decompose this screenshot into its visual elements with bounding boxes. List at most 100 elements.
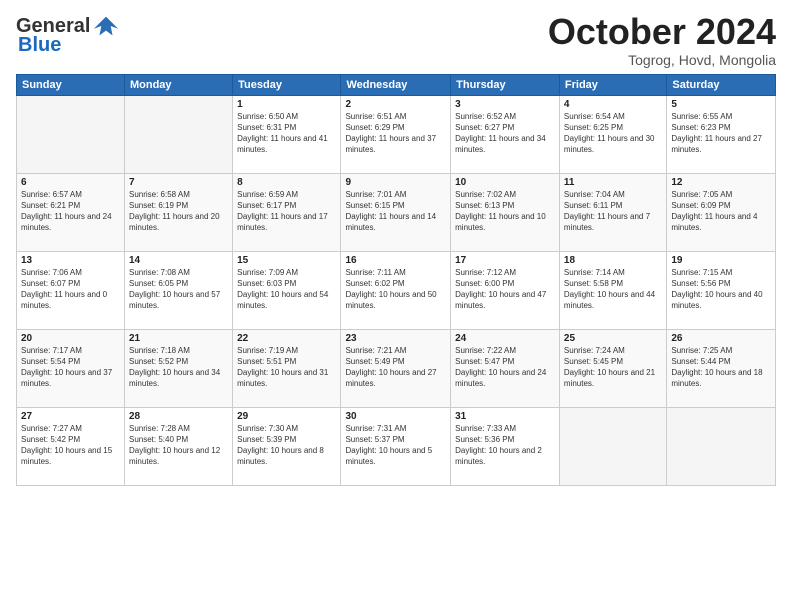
day-number: 1 (237, 99, 336, 110)
calendar-day-cell: 21Sunrise: 7:18 AMSunset: 5:52 PMDayligh… (124, 329, 232, 407)
calendar-day-cell: 14Sunrise: 7:08 AMSunset: 6:05 PMDayligh… (124, 251, 232, 329)
calendar-week-3: 13Sunrise: 7:06 AMSunset: 6:07 PMDayligh… (17, 251, 776, 329)
day-info: Sunrise: 6:51 AMSunset: 6:29 PMDaylight:… (345, 111, 446, 156)
calendar-day-cell: 28Sunrise: 7:28 AMSunset: 5:40 PMDayligh… (124, 407, 232, 485)
day-info: Sunrise: 7:14 AMSunset: 5:58 PMDaylight:… (564, 267, 662, 312)
day-number: 30 (345, 411, 446, 422)
day-info: Sunrise: 7:30 AMSunset: 5:39 PMDaylight:… (237, 423, 336, 468)
calendar-day-cell: 8Sunrise: 6:59 AMSunset: 6:17 PMDaylight… (233, 173, 341, 251)
calendar-day-cell (667, 407, 776, 485)
day-info: Sunrise: 7:25 AMSunset: 5:44 PMDaylight:… (671, 345, 771, 390)
day-number: 9 (345, 177, 446, 188)
calendar-day-cell: 31Sunrise: 7:33 AMSunset: 5:36 PMDayligh… (451, 407, 560, 485)
calendar-day-cell: 26Sunrise: 7:25 AMSunset: 5:44 PMDayligh… (667, 329, 776, 407)
day-info: Sunrise: 7:21 AMSunset: 5:49 PMDaylight:… (345, 345, 446, 390)
title-block: October 2024 Togrog, Hovd, Mongolia (548, 12, 776, 68)
day-info: Sunrise: 7:06 AMSunset: 6:07 PMDaylight:… (21, 267, 120, 312)
day-info: Sunrise: 7:22 AMSunset: 5:47 PMDaylight:… (455, 345, 555, 390)
day-info: Sunrise: 7:11 AMSunset: 6:02 PMDaylight:… (345, 267, 446, 312)
day-info: Sunrise: 7:01 AMSunset: 6:15 PMDaylight:… (345, 189, 446, 234)
day-info: Sunrise: 6:58 AMSunset: 6:19 PMDaylight:… (129, 189, 228, 234)
calendar-day-cell: 30Sunrise: 7:31 AMSunset: 5:37 PMDayligh… (341, 407, 451, 485)
day-number: 26 (671, 333, 771, 344)
logo-blue-text: Blue (18, 34, 61, 57)
day-number: 5 (671, 99, 771, 110)
day-info: Sunrise: 7:27 AMSunset: 5:42 PMDaylight:… (21, 423, 120, 468)
day-number: 24 (455, 333, 555, 344)
calendar-day-cell: 7Sunrise: 6:58 AMSunset: 6:19 PMDaylight… (124, 173, 232, 251)
calendar-table: SundayMondayTuesdayWednesdayThursdayFrid… (16, 74, 776, 486)
calendar-day-cell: 4Sunrise: 6:54 AMSunset: 6:25 PMDaylight… (559, 95, 666, 173)
calendar-header-wednesday: Wednesday (341, 74, 451, 95)
day-info: Sunrise: 7:18 AMSunset: 5:52 PMDaylight:… (129, 345, 228, 390)
day-info: Sunrise: 7:05 AMSunset: 6:09 PMDaylight:… (671, 189, 771, 234)
calendar-day-cell: 5Sunrise: 6:55 AMSunset: 6:23 PMDaylight… (667, 95, 776, 173)
day-number: 7 (129, 177, 228, 188)
calendar-day-cell: 17Sunrise: 7:12 AMSunset: 6:00 PMDayligh… (451, 251, 560, 329)
month-title: October 2024 (548, 12, 776, 52)
day-info: Sunrise: 7:24 AMSunset: 5:45 PMDaylight:… (564, 345, 662, 390)
day-number: 10 (455, 177, 555, 188)
calendar-day-cell: 25Sunrise: 7:24 AMSunset: 5:45 PMDayligh… (559, 329, 666, 407)
calendar-header-row: SundayMondayTuesdayWednesdayThursdayFrid… (17, 74, 776, 95)
day-number: 6 (21, 177, 120, 188)
calendar-day-cell: 19Sunrise: 7:15 AMSunset: 5:56 PMDayligh… (667, 251, 776, 329)
day-number: 22 (237, 333, 336, 344)
calendar-week-4: 20Sunrise: 7:17 AMSunset: 5:54 PMDayligh… (17, 329, 776, 407)
day-number: 29 (237, 411, 336, 422)
calendar-day-cell: 16Sunrise: 7:11 AMSunset: 6:02 PMDayligh… (341, 251, 451, 329)
day-info: Sunrise: 6:54 AMSunset: 6:25 PMDaylight:… (564, 111, 662, 156)
day-info: Sunrise: 7:12 AMSunset: 6:00 PMDaylight:… (455, 267, 555, 312)
calendar-day-cell: 12Sunrise: 7:05 AMSunset: 6:09 PMDayligh… (667, 173, 776, 251)
day-info: Sunrise: 6:57 AMSunset: 6:21 PMDaylight:… (21, 189, 120, 234)
day-number: 13 (21, 255, 120, 266)
day-info: Sunrise: 7:08 AMSunset: 6:05 PMDaylight:… (129, 267, 228, 312)
calendar-day-cell (17, 95, 125, 173)
calendar-day-cell: 15Sunrise: 7:09 AMSunset: 6:03 PMDayligh… (233, 251, 341, 329)
header: General Blue October 2024 Togrog, Hovd, … (16, 12, 776, 68)
calendar-day-cell: 27Sunrise: 7:27 AMSunset: 5:42 PMDayligh… (17, 407, 125, 485)
logo-bird-icon (92, 12, 120, 40)
day-info: Sunrise: 7:17 AMSunset: 5:54 PMDaylight:… (21, 345, 120, 390)
day-number: 4 (564, 99, 662, 110)
day-number: 20 (21, 333, 120, 344)
calendar-day-cell: 29Sunrise: 7:30 AMSunset: 5:39 PMDayligh… (233, 407, 341, 485)
day-number: 2 (345, 99, 446, 110)
calendar-day-cell (559, 407, 666, 485)
calendar-header-saturday: Saturday (667, 74, 776, 95)
calendar-day-cell: 13Sunrise: 7:06 AMSunset: 6:07 PMDayligh… (17, 251, 125, 329)
calendar-week-2: 6Sunrise: 6:57 AMSunset: 6:21 PMDaylight… (17, 173, 776, 251)
day-info: Sunrise: 7:02 AMSunset: 6:13 PMDaylight:… (455, 189, 555, 234)
day-number: 28 (129, 411, 228, 422)
day-info: Sunrise: 7:09 AMSunset: 6:03 PMDaylight:… (237, 267, 336, 312)
location-text: Togrog, Hovd, Mongolia (548, 52, 776, 68)
calendar-day-cell: 3Sunrise: 6:52 AMSunset: 6:27 PMDaylight… (451, 95, 560, 173)
calendar-day-cell: 23Sunrise: 7:21 AMSunset: 5:49 PMDayligh… (341, 329, 451, 407)
calendar-header-tuesday: Tuesday (233, 74, 341, 95)
calendar-day-cell: 20Sunrise: 7:17 AMSunset: 5:54 PMDayligh… (17, 329, 125, 407)
calendar-day-cell: 1Sunrise: 6:50 AMSunset: 6:31 PMDaylight… (233, 95, 341, 173)
calendar-day-cell: 9Sunrise: 7:01 AMSunset: 6:15 PMDaylight… (341, 173, 451, 251)
day-info: Sunrise: 7:15 AMSunset: 5:56 PMDaylight:… (671, 267, 771, 312)
day-info: Sunrise: 7:31 AMSunset: 5:37 PMDaylight:… (345, 423, 446, 468)
day-number: 27 (21, 411, 120, 422)
day-info: Sunrise: 7:28 AMSunset: 5:40 PMDaylight:… (129, 423, 228, 468)
day-info: Sunrise: 6:52 AMSunset: 6:27 PMDaylight:… (455, 111, 555, 156)
day-number: 11 (564, 177, 662, 188)
day-number: 12 (671, 177, 771, 188)
day-number: 17 (455, 255, 555, 266)
day-number: 23 (345, 333, 446, 344)
day-info: Sunrise: 6:59 AMSunset: 6:17 PMDaylight:… (237, 189, 336, 234)
day-number: 31 (455, 411, 555, 422)
day-number: 16 (345, 255, 446, 266)
day-number: 15 (237, 255, 336, 266)
calendar-day-cell: 11Sunrise: 7:04 AMSunset: 6:11 PMDayligh… (559, 173, 666, 251)
calendar-header-friday: Friday (559, 74, 666, 95)
day-info: Sunrise: 7:33 AMSunset: 5:36 PMDaylight:… (455, 423, 555, 468)
day-number: 19 (671, 255, 771, 266)
calendar-day-cell: 22Sunrise: 7:19 AMSunset: 5:51 PMDayligh… (233, 329, 341, 407)
day-number: 25 (564, 333, 662, 344)
calendar-header-monday: Monday (124, 74, 232, 95)
calendar-day-cell: 6Sunrise: 6:57 AMSunset: 6:21 PMDaylight… (17, 173, 125, 251)
calendar-day-cell: 18Sunrise: 7:14 AMSunset: 5:58 PMDayligh… (559, 251, 666, 329)
